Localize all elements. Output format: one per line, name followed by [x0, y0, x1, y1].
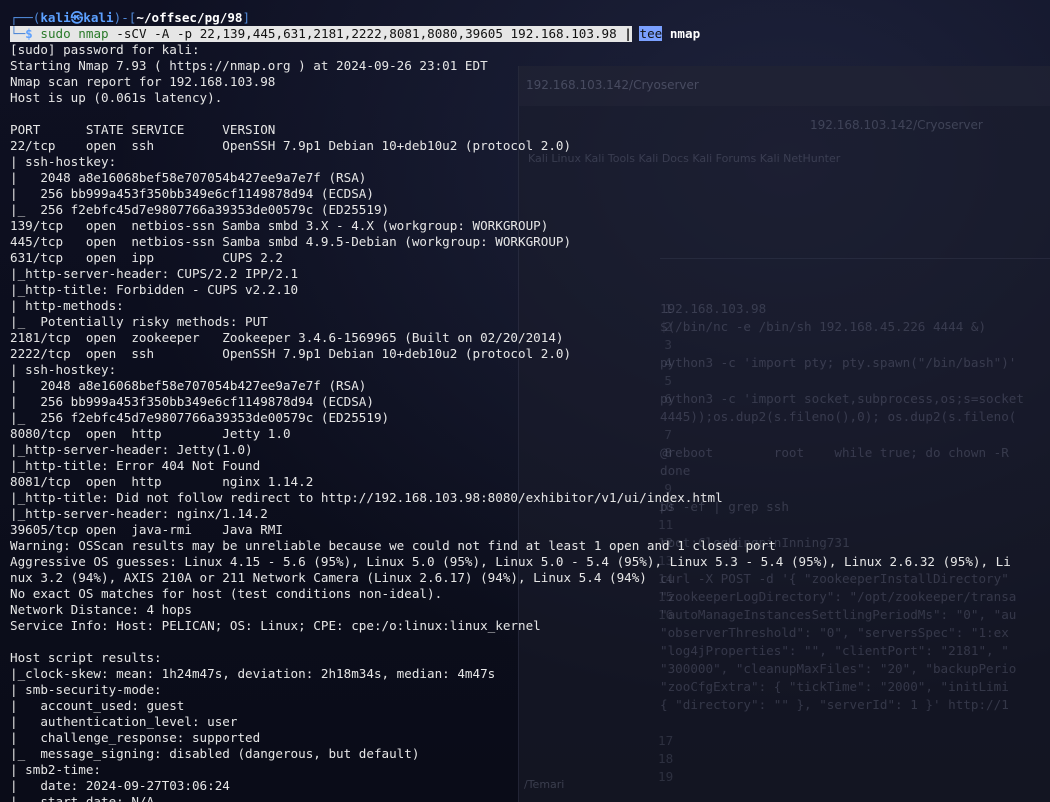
command-outfile: nmap — [669, 26, 701, 41]
output-line: 2222/tcp open ssh OpenSSH 7.9p1 Debian 1… — [10, 346, 572, 361]
output-line: |_http-server-header: CUPS/2.2 IPP/2.1 — [10, 266, 299, 281]
output-line: | authentication_level: user — [10, 714, 238, 729]
output-line: | ssh-hostkey: — [10, 154, 117, 169]
command-arguments: 22,139,445,631,2181,2222,8081,8080,39605… — [192, 26, 625, 41]
output-line: 8080/tcp open http Jetty 1.0 — [10, 426, 291, 441]
output-line: nux 3.2 (94%), AXIS 210A or 211 Network … — [10, 570, 647, 585]
output-line: |_ 256 f2ebfc45d7e9807766a39353de00579c … — [10, 410, 390, 425]
prompt-path: ~/offsec/pg/98 — [136, 10, 243, 25]
output-line: Starting Nmap 7.93 ( https://nmap.org ) … — [10, 58, 488, 73]
command-selection[interactable]: └─$ sudo nmap -sCV -A -p 22,139,445,631,… — [10, 26, 632, 42]
output-line: | 2048 a8e16068bef58e707054b427ee9a7e7f … — [10, 170, 367, 185]
command-line[interactable]: └─$ sudo nmap -sCV -A -p 22,139,445,631,… — [10, 26, 1050, 42]
output-line: No exact OS matches for host (test condi… — [10, 586, 443, 601]
output-line: | challenge_response: supported — [10, 730, 261, 745]
command-sudo: sudo — [40, 26, 71, 41]
command-tee: tee — [639, 26, 663, 41]
output-line: |_ Potentially risky methods: PUT — [10, 314, 268, 329]
prompt-user-host: kali㉿kali — [40, 10, 114, 25]
terminal-window[interactable]: ┌──(kali㉿kali)-[~/offsec/pg/98] └─$ sudo… — [0, 0, 1050, 802]
output-line: [sudo] password for kali: — [10, 42, 200, 57]
prompt-line: ┌──(kali㉿kali)-[~/offsec/pg/98] — [10, 10, 251, 25]
output-line: 39605/tcp open java-rmi Java RMI — [10, 522, 283, 537]
output-line: |_http-server-header: Jetty(1.0) — [10, 442, 253, 457]
output-line: |_ 256 f2ebfc45d7e9807766a39353de00579c … — [10, 202, 390, 217]
output-line: Aggressive OS guesses: Linux 4.15 - 5.6 … — [10, 554, 1011, 569]
output-line: | smb-security-mode: — [10, 682, 162, 697]
output-line: | account_used: guest — [10, 698, 185, 713]
command-flag-a: -A — [154, 26, 170, 41]
output-line: 139/tcp open netbios-ssn Samba smbd 3.X … — [10, 218, 549, 233]
output-line: |_http-title: Error 404 Not Found — [10, 458, 261, 473]
output-line: |_http-server-header: nginx/1.14.2 — [10, 506, 268, 521]
terminal-output: [sudo] password for kali: Starting Nmap 7… — [10, 42, 1050, 802]
output-line: |_clock-skew: mean: 1h24m47s, deviation:… — [10, 666, 496, 681]
output-line: 2181/tcp open zookeeper Zookeeper 3.4.6-… — [10, 330, 564, 345]
output-line: 22/tcp open ssh OpenSSH 7.9p1 Debian 10+… — [10, 138, 572, 153]
output-line: PORT STATE SERVICE VERSION — [10, 122, 276, 137]
output-line: | 2048 a8e16068bef58e707054b427ee9a7e7f … — [10, 378, 367, 393]
output-line: | date: 2024-09-27T03:06:24 — [10, 778, 230, 793]
output-line: Nmap scan report for 192.168.103.98 — [10, 74, 276, 89]
output-line: | start_date: N/A — [10, 794, 155, 802]
output-line: | 256 bb999a453f350bb349e6cf1149878d94 (… — [10, 186, 374, 201]
output-line: Network Distance: 4 hops — [10, 602, 192, 617]
output-line: | http-methods: — [10, 298, 124, 313]
command-flag-p: -p — [176, 26, 193, 41]
prompt-corner: └─ — [10, 26, 26, 41]
output-line: 631/tcp open ipp CUPS 2.2 — [10, 250, 283, 265]
command-flag-scv: -sCV — [116, 26, 147, 41]
output-line: Warning: OSScan results may be unreliabl… — [10, 538, 776, 553]
output-line: |_http-title: Did not follow redirect to… — [10, 490, 723, 505]
output-line: Host is up (0.061s latency). — [10, 90, 223, 105]
output-line: 445/tcp open netbios-ssn Samba smbd 4.9.… — [10, 234, 572, 249]
output-line: Service Info: Host: PELICAN; OS: Linux; … — [10, 618, 541, 633]
output-line: | ssh-hostkey: — [10, 362, 117, 377]
output-line: |_http-title: Forbidden - CUPS v2.2.10 — [10, 282, 299, 297]
output-line: | 256 bb999a453f350bb349e6cf1149878d94 (… — [10, 394, 374, 409]
output-line: Host script results: — [10, 650, 162, 665]
output-line: 8081/tcp open http nginx 1.14.2 — [10, 474, 314, 489]
output-line: | smb2-time: — [10, 762, 101, 777]
output-line: |_ message_signing: disabled (dangerous,… — [10, 746, 420, 761]
prompt-symbol: $ — [25, 26, 33, 41]
command-nmap: nmap — [78, 26, 109, 41]
command-pipe: | — [624, 26, 632, 41]
